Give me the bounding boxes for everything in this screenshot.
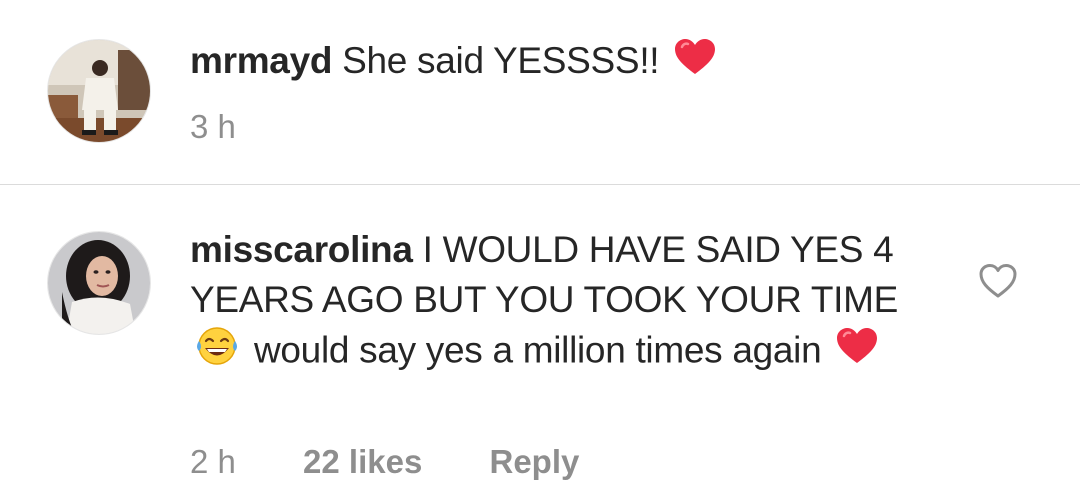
avatar-image <box>48 232 150 334</box>
avatar[interactable] <box>47 39 151 143</box>
comment-time: 2 h <box>190 443 236 480</box>
comment-item: misscarolina I WOULD HAVE SAID YES 4 YEA… <box>0 185 1080 497</box>
avatar-image <box>48 40 150 142</box>
red-heart-emoji-icon <box>835 327 879 378</box>
tears-of-joy-emoji-icon <box>194 325 240 380</box>
red-heart-emoji-icon <box>673 38 717 89</box>
comment-text: misscarolina I WOULD HAVE SAID YES 4 YEA… <box>190 225 920 380</box>
comment-item: mrmayd She said YESSSS!! 3 h <box>0 0 1080 184</box>
comment-username[interactable]: misscarolina <box>190 229 413 270</box>
comment-time: 3 h <box>190 108 236 145</box>
comment-body-part2: would say yes a million times again <box>253 329 822 371</box>
comment-meta: 2 h 22 likes Reply <box>190 443 579 481</box>
avatar[interactable] <box>47 231 151 335</box>
comment-meta: 3 h <box>190 108 236 146</box>
reply-button[interactable]: Reply <box>490 443 580 481</box>
comment-likes-count[interactable]: 22 likes <box>303 443 422 481</box>
comment-body: She said YESSSS!! <box>342 40 660 81</box>
comment-username[interactable]: mrmayd <box>190 40 332 81</box>
comment-text: mrmayd She said YESSSS!! <box>190 36 950 89</box>
heart-outline-icon[interactable] <box>978 263 1018 299</box>
